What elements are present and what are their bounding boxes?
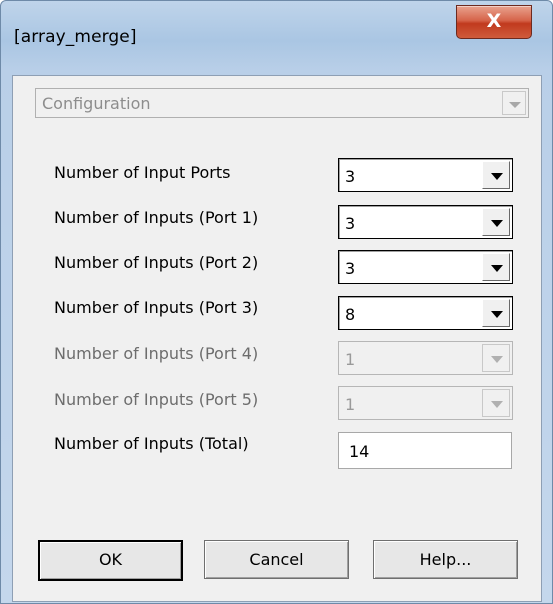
port5-inputs-dropdown: 1 [338, 386, 513, 420]
configuration-dropdown: Configuration [35, 88, 529, 118]
port5-inputs-label: Number of Inputs (Port 5) [54, 390, 259, 409]
close-button[interactable]: X [456, 5, 532, 39]
port5-inputs-value: 1 [345, 395, 356, 414]
help-button[interactable]: Help... [373, 540, 518, 579]
port1-inputs-value: 3 [345, 214, 356, 233]
total-inputs-field[interactable]: 14 [338, 432, 512, 469]
port4-inputs-value: 1 [345, 350, 356, 369]
port1-inputs-dropdown-button[interactable] [482, 208, 510, 236]
dialog-client-area: Configuration Number of Input Ports 3 Nu… [12, 75, 542, 602]
port3-inputs-dropdown[interactable]: 8 [338, 296, 513, 330]
port2-inputs-dropdown-button[interactable] [482, 253, 510, 281]
input-ports-label: Number of Input Ports [54, 163, 231, 182]
input-ports-dropdown[interactable]: 3 [338, 158, 513, 192]
port4-inputs-label: Number of Inputs (Port 4) [54, 344, 259, 363]
port4-inputs-dropdown: 1 [338, 341, 513, 375]
cancel-button[interactable]: Cancel [204, 540, 349, 579]
port1-inputs-label: Number of Inputs (Port 1) [54, 208, 259, 227]
port3-inputs-dropdown-button[interactable] [482, 299, 510, 327]
chevron-down-icon [491, 265, 503, 272]
total-inputs-label: Number of Inputs (Total) [54, 434, 249, 453]
window-title: [array_merge] [14, 27, 137, 47]
port2-inputs-dropdown[interactable]: 3 [338, 250, 513, 284]
chevron-down-icon [491, 401, 503, 408]
total-inputs-value: 14 [349, 442, 370, 461]
close-icon: X [486, 10, 502, 32]
port5-inputs-dropdown-button [482, 389, 510, 417]
port3-inputs-value: 8 [345, 305, 356, 324]
chevron-down-icon [491, 311, 503, 318]
chevron-down-icon [491, 173, 503, 180]
input-ports-dropdown-button[interactable] [482, 161, 510, 189]
chevron-down-icon [491, 356, 503, 363]
chevron-down-icon [491, 220, 503, 227]
port1-inputs-dropdown[interactable]: 3 [338, 205, 513, 239]
configuration-value: Configuration [42, 94, 151, 113]
title-bar[interactable]: [array_merge] X [1, 1, 552, 75]
port2-inputs-label: Number of Inputs (Port 2) [54, 253, 259, 272]
input-ports-value: 3 [345, 167, 356, 186]
port3-inputs-label: Number of Inputs (Port 3) [54, 298, 259, 317]
port4-inputs-dropdown-button [482, 344, 510, 372]
chevron-down-icon [509, 102, 521, 108]
dialog-window: [array_merge] X Configuration Number of … [0, 0, 553, 604]
ok-button[interactable]: OK [38, 540, 183, 581]
configuration-dropdown-button [502, 91, 526, 115]
port2-inputs-value: 3 [345, 259, 356, 278]
